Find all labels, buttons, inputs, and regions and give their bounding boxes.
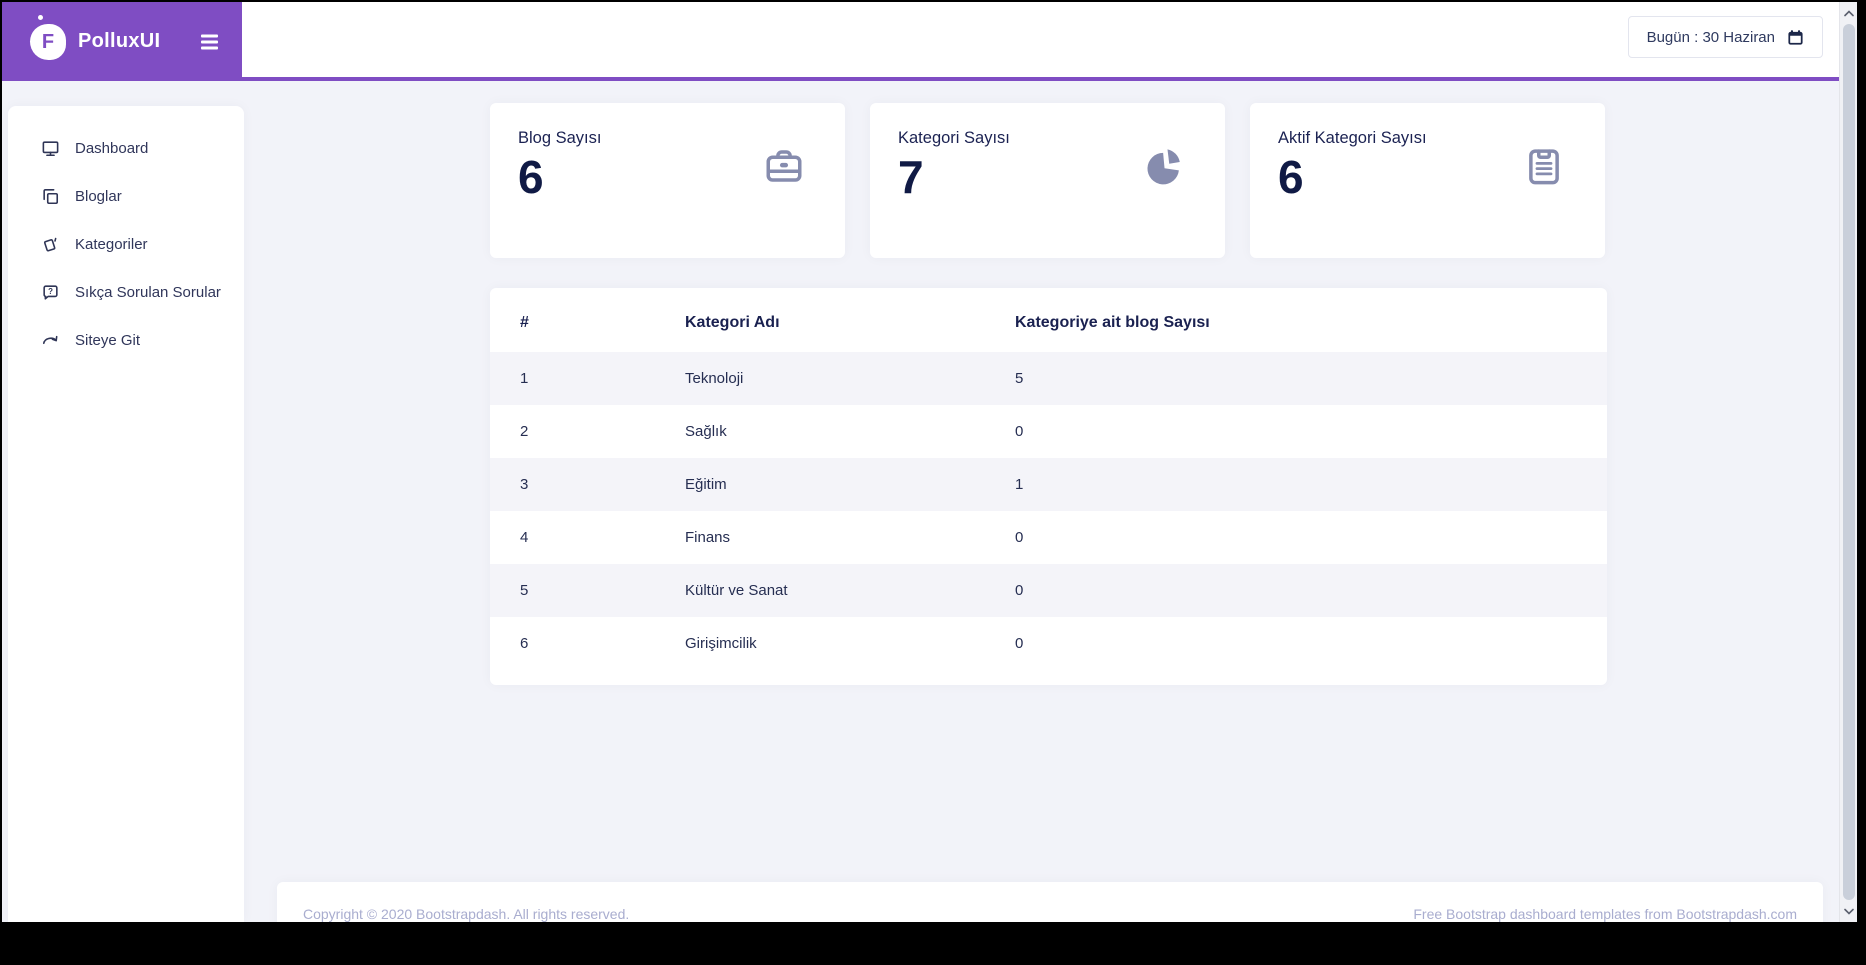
clipboard-icon [1523, 145, 1565, 187]
question-bubble-icon: ? [41, 283, 60, 302]
table-header-row: # Kategori Adı Kategoriye ait blog Sayıs… [490, 288, 1607, 352]
col-header-blog-count: Kategoriye ait blog Sayısı [1015, 314, 1210, 331]
cell-category: Kültür ve Sanat [685, 582, 788, 599]
cell-category: Sağlık [685, 423, 727, 440]
scroll-down-icon[interactable] [1840, 903, 1857, 919]
col-header-category-name: Kategori Adı [685, 314, 780, 331]
footer: Copyright © 2020 Bootstrapdash. All righ… [277, 882, 1823, 922]
cell-count: 5 [1015, 370, 1024, 387]
sidebar-item-kategoriler[interactable]: Kategoriler [8, 220, 244, 268]
sidebar-item-bloglar[interactable]: Bloglar [8, 172, 244, 220]
cell-index: 4 [520, 529, 529, 546]
pollux-logo-icon[interactable]: F [30, 14, 66, 60]
sidebar-item-siteye-git[interactable]: Siteye Git [8, 316, 244, 364]
app-viewport: F PolluxUI Bugün : 30 Haziran Dashboard … [2, 2, 1857, 922]
calendar-icon [1788, 29, 1803, 45]
today-date-button[interactable]: Bugün : 30 Haziran [1627, 16, 1823, 58]
sidebar-item-label: Kategoriler [75, 235, 148, 253]
sidebar-item-label: Sıkça Sorulan Sorular [75, 283, 221, 301]
hamburger-menu-icon[interactable] [197, 30, 222, 53]
monitor-icon [41, 139, 60, 158]
col-header-index: # [520, 314, 529, 331]
brand-block: F PolluxUI [2, 2, 242, 81]
logo-letter: F [41, 30, 55, 53]
sidebar-item-sss[interactable]: ? Sıkça Sorulan Sorular [8, 268, 244, 316]
table-row: 3 Eğitim 1 [490, 458, 1607, 511]
cell-index: 3 [520, 476, 529, 493]
category-table: # Kategori Adı Kategoriye ait blog Sayıs… [490, 288, 1607, 670]
briefcase-icon [763, 145, 805, 187]
cell-count: 0 [1015, 635, 1024, 652]
stat-card-active-category-count: Aktif Kategori Sayısı 6 [1250, 103, 1605, 258]
cell-count: 0 [1015, 423, 1024, 440]
top-navbar: F PolluxUI Bugün : 30 Haziran [2, 2, 1857, 81]
cell-index: 6 [520, 635, 529, 652]
stat-card-blog-count: Blog Sayısı 6 [490, 103, 845, 258]
category-table-card: # Kategori Adı Kategoriye ait blog Sayıs… [490, 288, 1607, 685]
logo-dot [38, 14, 43, 20]
cell-count: 0 [1015, 582, 1024, 599]
brand-title[interactable]: PolluxUI [78, 30, 160, 53]
cell-category: Teknoloji [685, 370, 744, 387]
cell-category: Finans [685, 529, 731, 546]
stats-row: Blog Sayısı 6 Kategori Sayısı 7 Aktif Ka… [490, 103, 1605, 258]
copy-icon [41, 187, 60, 206]
cell-category: Girişimcilik [685, 635, 757, 652]
svg-text:?: ? [48, 287, 53, 296]
cell-index: 2 [520, 423, 529, 440]
table-row: 2 Sağlık 0 [490, 405, 1607, 458]
cell-count: 1 [1015, 476, 1024, 493]
stat-card-category-count: Kategori Sayısı 7 [870, 103, 1225, 258]
table-row: 4 Finans 0 [490, 511, 1607, 564]
tag-icon [41, 235, 60, 254]
sidebar-item-label: Bloglar [75, 187, 122, 205]
sidebar-item-label: Siteye Git [75, 331, 141, 349]
sidebar-item-label: Dashboard [75, 139, 149, 157]
sidebar: Dashboard Bloglar Kategoriler ? Sıkça So… [8, 106, 244, 922]
scrollbar-thumb[interactable] [1843, 24, 1855, 900]
footer-credit-link[interactable]: Free Bootstrap dashboard templates from … [1413, 906, 1797, 922]
footer-copyright: Copyright © 2020 Bootstrapdash. All righ… [303, 906, 630, 922]
redo-arrow-icon [41, 331, 60, 350]
cell-category: Eğitim [685, 476, 727, 493]
today-date-label: Bugün : 30 Haziran [1646, 28, 1775, 46]
table-row: 1 Teknoloji 5 [490, 352, 1607, 405]
cell-index: 1 [520, 370, 529, 387]
sidebar-item-dashboard[interactable]: Dashboard [8, 124, 244, 172]
vertical-scrollbar[interactable] [1839, 2, 1857, 922]
pie-chart-icon [1143, 145, 1185, 187]
table-row: 5 Kültür ve Sanat 0 [490, 564, 1607, 617]
cell-count: 0 [1015, 529, 1024, 546]
cell-index: 5 [520, 582, 529, 599]
scroll-up-icon[interactable] [1840, 5, 1857, 21]
table-row: 6 Girişimcilik 0 [490, 617, 1607, 670]
